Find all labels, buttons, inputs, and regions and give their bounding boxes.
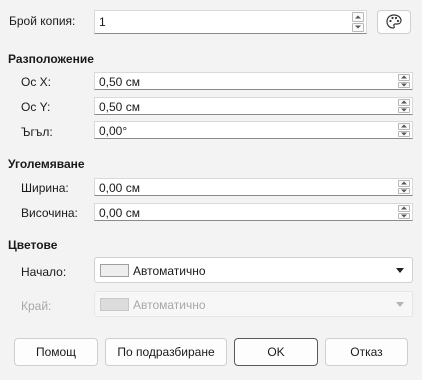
x-axis-label: Ос X: [21, 75, 52, 89]
cancel-button[interactable]: Отказ [325, 338, 408, 366]
angle-label: Ъгъл: [21, 125, 53, 139]
x-axis-value: 0,50 см [99, 75, 140, 89]
x-axis-increment-button[interactable] [398, 74, 410, 81]
width-spin-buttons [398, 179, 412, 195]
angle-spinbox[interactable]: 0,00° [94, 121, 413, 139]
copies-increment-button[interactable] [352, 12, 364, 22]
start-color-value: Автоматично [133, 264, 206, 278]
copies-spin-buttons [352, 11, 366, 33]
angle-increment-button[interactable] [398, 123, 410, 130]
y-axis-decrement-button[interactable] [398, 106, 410, 113]
start-color-swatch [100, 264, 129, 277]
width-increment-button[interactable] [398, 180, 410, 187]
y-axis-increment-button[interactable] [398, 99, 410, 106]
angle-value: 0,00° [99, 124, 128, 138]
height-label: Височина: [21, 206, 78, 220]
enlargement-section-title: Уголемяване [8, 157, 85, 171]
end-color-dropdown: Автоматично [94, 291, 413, 317]
copies-label: Брой копия: [9, 14, 76, 28]
chevron-down-icon [396, 302, 404, 307]
x-axis-spin-buttons [398, 73, 412, 89]
copies-spinbox[interactable]: 1 [94, 10, 367, 34]
height-spinbox[interactable]: 0,00 см [94, 203, 413, 221]
start-color-dropdown[interactable]: Автоматично [94, 257, 413, 283]
width-spinbox[interactable]: 0,00 см [94, 178, 413, 196]
copies-decrement-button[interactable] [352, 22, 364, 32]
y-axis-label: Ос Y: [21, 100, 51, 114]
end-color-swatch [100, 298, 129, 311]
ok-button[interactable]: OK [234, 338, 318, 366]
height-value: 0,00 см [99, 206, 140, 220]
angle-decrement-button[interactable] [398, 130, 410, 137]
end-color-label: Край: [21, 299, 52, 313]
y-axis-value: 0,50 см [99, 100, 140, 114]
x-axis-spinbox[interactable]: 0,50 см [94, 72, 413, 90]
height-increment-button[interactable] [398, 205, 410, 212]
height-spin-buttons [398, 204, 412, 220]
palette-icon [386, 14, 402, 29]
height-decrement-button[interactable] [398, 212, 410, 219]
start-color-label: Начало: [21, 265, 67, 279]
defaults-button[interactable]: По подразбиране [105, 338, 227, 366]
values-from-selection-button[interactable] [377, 10, 411, 34]
placement-section-title: Разположение [8, 52, 94, 66]
x-axis-decrement-button[interactable] [398, 81, 410, 88]
colors-section-title: Цветове [8, 238, 58, 252]
chevron-down-icon [396, 268, 404, 273]
width-label: Ширина: [21, 181, 69, 195]
y-axis-spinbox[interactable]: 0,50 см [94, 97, 413, 115]
y-axis-spin-buttons [398, 98, 412, 114]
copies-value: 1 [99, 15, 106, 29]
width-value: 0,00 см [99, 181, 140, 195]
angle-spin-buttons [398, 122, 412, 138]
width-decrement-button[interactable] [398, 187, 410, 194]
end-color-value: Автоматично [133, 298, 206, 312]
help-button[interactable]: Помощ [14, 338, 98, 366]
